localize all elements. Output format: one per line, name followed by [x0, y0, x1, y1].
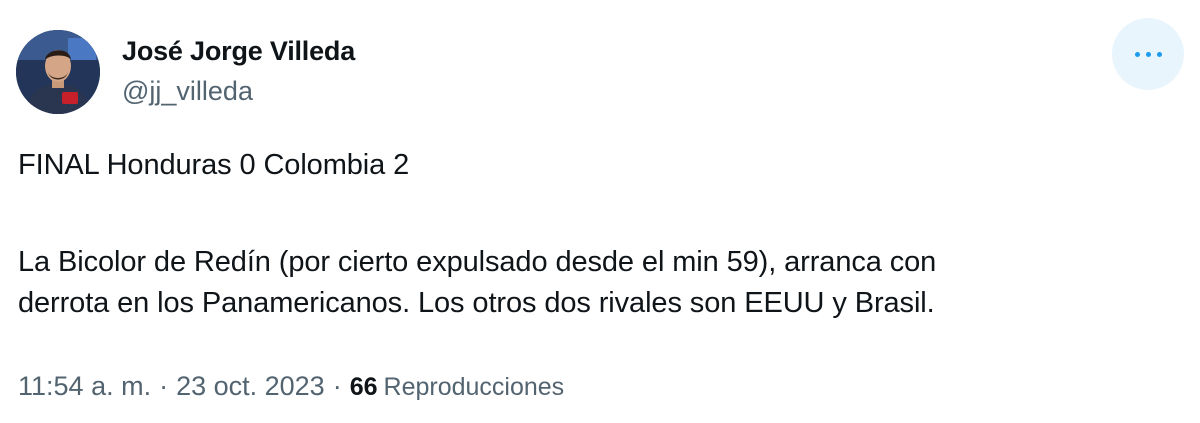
- avatar-image: [16, 30, 100, 114]
- tweet-time-link[interactable]: 11:54 a. m.: [18, 371, 151, 402]
- more-horizontal-icon-dot: [1145, 51, 1151, 57]
- tweet-text-line: La Bicolor de Redín (por cierto expulsad…: [18, 246, 937, 278]
- separator: ·: [332, 371, 342, 401]
- separator: ·: [159, 371, 169, 401]
- more-options-button[interactable]: [1112, 18, 1184, 90]
- tweet-card: José Jorge Villeda @jj_villeda FINAL Hon…: [0, 0, 1200, 423]
- author-handle[interactable]: @jj_villeda: [122, 76, 253, 107]
- avatar[interactable]: [16, 30, 100, 114]
- tweet-text-line: FINAL Honduras 0 Colombia 2: [18, 149, 410, 181]
- tweet-metadata: 11:54 a. m. · 23 oct. 2023 · 66 Reproduc…: [18, 371, 564, 402]
- more-horizontal-icon-dot: [1156, 51, 1162, 57]
- author-name[interactable]: José Jorge Villeda: [122, 36, 355, 67]
- tweet-date-link[interactable]: 23 oct. 2023: [176, 371, 325, 402]
- views-label: Reproducciones: [383, 373, 565, 401]
- tweet-text-line: derrota en los Panamericanos. Los otros …: [18, 287, 935, 319]
- views-count: 66: [349, 373, 378, 401]
- more-horizontal-icon: [1134, 51, 1140, 57]
